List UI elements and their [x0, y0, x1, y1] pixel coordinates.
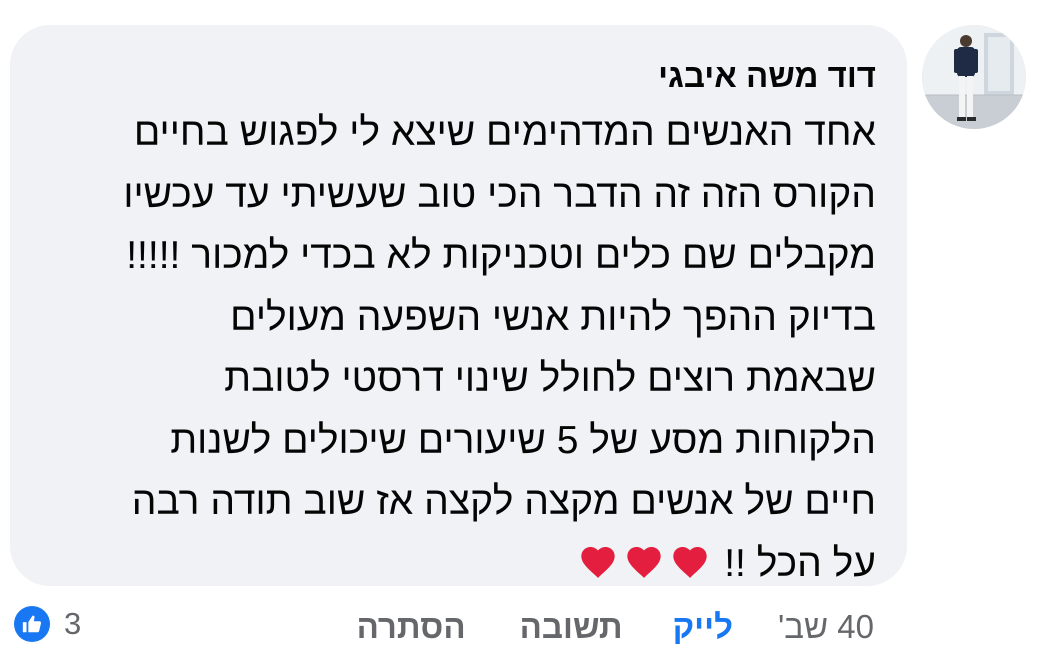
comment-line: מקבלים שם כלים וטכניקות לא בכדי למכור !!…: [126, 234, 876, 277]
red-heart-icon: [670, 539, 710, 579]
thumbs-up-icon: [14, 606, 50, 642]
comment-line: שבאמת רוצים לחולל שינוי דרסטי לטובת: [224, 357, 876, 400]
comment-line: אחד האנשים המדהימים שיצא לי לפגוש בחיים: [133, 111, 876, 154]
reaction-summary[interactable]: 3: [14, 602, 81, 646]
comment-line-text: על הכל !!: [724, 541, 876, 585]
comment-last-line: על הכל !!: [55, 533, 876, 595]
reply-button[interactable]: תשובה: [520, 608, 623, 646]
like-button[interactable]: לייק: [673, 608, 733, 646]
comment-timestamp[interactable]: 40 שב': [778, 608, 874, 646]
comment-author[interactable]: דוד משה איבגי: [55, 56, 876, 96]
comment-line: חיים של אנשים מקצה לקצה אז שוב תודה רבה: [131, 480, 876, 523]
comment-line: הלקוחות מסע של 5 שיעורים שיכולים לשנות: [170, 418, 876, 462]
red-heart-icon: [624, 539, 664, 579]
comment-actions: 40 שב' לייק תשובה הסתרה: [357, 602, 874, 652]
comment-line: הקורס הזה זה הדבר הכי טוב שעשיתי עד עכשי…: [123, 172, 876, 216]
avatar[interactable]: [922, 25, 1026, 129]
hide-button[interactable]: הסתרה: [357, 608, 466, 646]
comment-bubble: דוד משה איבגי אחד האנשים המדהימים שיצא ל…: [10, 25, 907, 586]
comment-text: אחד האנשים המדהימים שיצא לי לפגוש בחיים …: [55, 102, 876, 594]
red-heart-icon: [578, 539, 618, 579]
comment-line: בדיוק ההפך להיות אנשי השפעה מעולים: [230, 295, 876, 339]
comment-container: דוד משה איבגי אחד האנשים המדהימים שיצא ל…: [0, 0, 1042, 665]
avatar-photo: [922, 25, 1026, 129]
reaction-count: 3: [64, 606, 82, 641]
